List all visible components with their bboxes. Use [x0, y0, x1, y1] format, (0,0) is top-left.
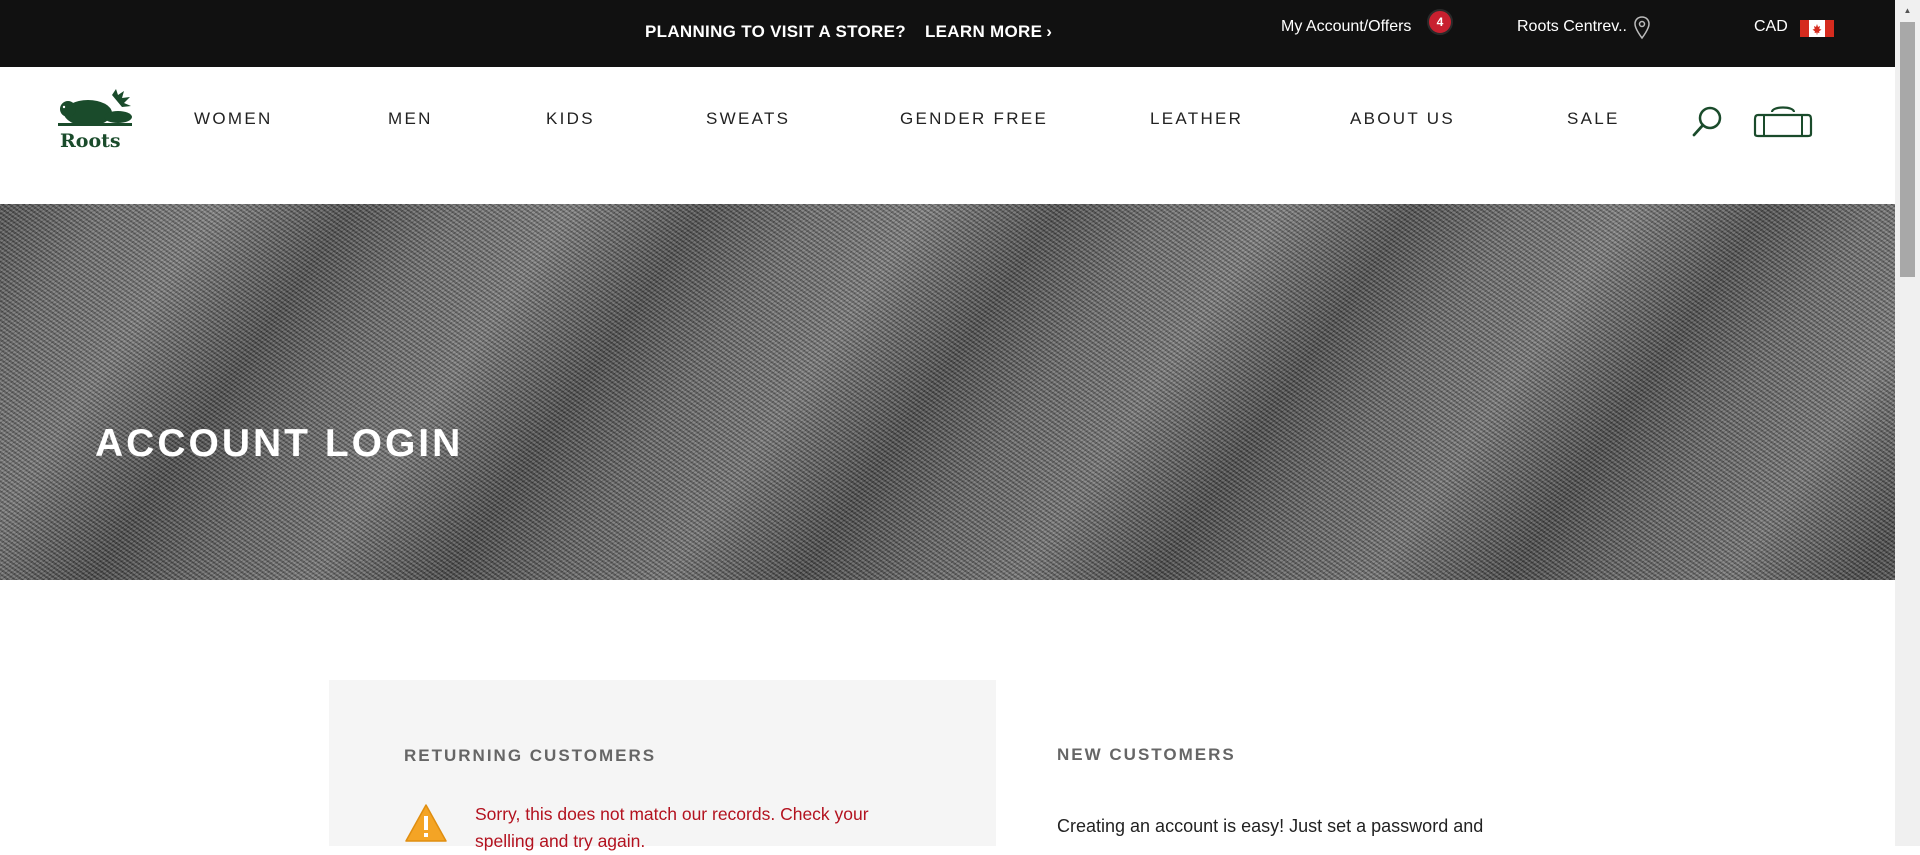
currency-selector[interactable]: CAD [1754, 18, 1788, 36]
store-visit-promo: PLANNING TO VISIT A STORE? LEARN MORE › [645, 22, 1052, 42]
map-pin-icon[interactable] [1634, 16, 1650, 45]
nav-men[interactable]: MEN [388, 109, 433, 129]
scroll-up-icon[interactable]: ▲ [1895, 2, 1920, 19]
nav-kids[interactable]: KIDS [546, 109, 595, 129]
returning-customers-panel: RETURNING CUSTOMERS Sorry, this does not… [329, 680, 996, 851]
page-scrollbar[interactable]: ▲ [1895, 0, 1920, 846]
returning-customers-heading: RETURNING CUSTOMERS [404, 746, 657, 765]
learn-more-label: LEARN MORE [924, 22, 1043, 41]
store-selector[interactable]: Roots Centrev.. [1517, 18, 1627, 36]
my-account-offers-link[interactable]: My Account/Offers [1281, 18, 1411, 36]
search-icon[interactable] [1690, 105, 1724, 144]
learn-more-link[interactable]: LEARN MORE › [925, 22, 1052, 41]
main-header: Roots WOMEN MEN KIDS SWEATS GENDER FREE … [0, 67, 1895, 204]
warning-icon [404, 803, 448, 848]
offers-count-badge: 4 [1427, 9, 1453, 35]
canada-flag-icon[interactable] [1800, 20, 1834, 37]
page-title: ACCOUNT LOGIN [95, 422, 464, 465]
scrollbar-thumb[interactable] [1900, 22, 1915, 277]
login-error-message: Sorry, this does not match our records. … [475, 804, 869, 851]
promo-text: PLANNING TO VISIT A STORE? [645, 22, 906, 41]
nav-about-us[interactable]: ABOUT US [1350, 109, 1455, 129]
nav-gender-free[interactable]: GENDER FREE [900, 109, 1048, 129]
hero-banner: ACCOUNT LOGIN [0, 204, 1895, 580]
beaver-logo-icon [58, 89, 132, 126]
nav-leather[interactable]: LEATHER [1150, 109, 1243, 129]
new-customers-description: Creating an account is easy! Just set a … [1057, 816, 1484, 836]
nav-sale[interactable]: SALE [1567, 109, 1620, 129]
top-promo-bar: PLANNING TO VISIT A STORE? LEARN MORE › M… [0, 0, 1895, 67]
logo-wordmark: Roots [60, 130, 121, 152]
nav-sweats[interactable]: SWEATS [706, 109, 790, 129]
bag-icon[interactable] [1752, 103, 1814, 144]
nav-women[interactable]: WOMEN [194, 109, 273, 129]
new-customers-heading: NEW CUSTOMERS [1057, 745, 1236, 764]
roots-logo[interactable]: Roots [52, 87, 138, 159]
chevron-right-icon: › [1046, 22, 1053, 41]
